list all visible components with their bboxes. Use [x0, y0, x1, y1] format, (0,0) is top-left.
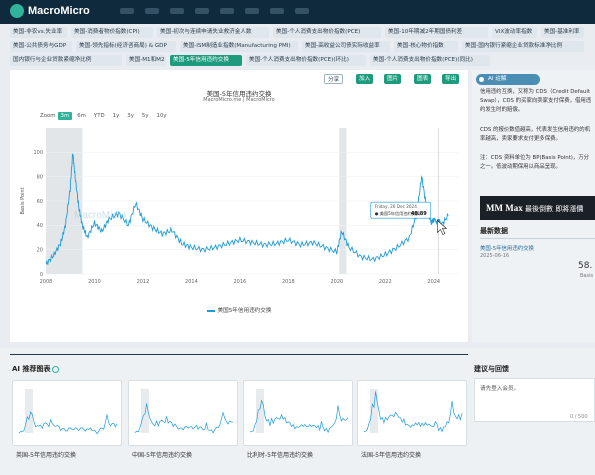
legend-label: 美国5年信用违约交换 — [217, 308, 272, 314]
thumbnail-line — [363, 391, 463, 433]
feedback-title: 建议与回馈 — [474, 365, 509, 373]
nav-item[interactable] — [295, 8, 309, 14]
ai-paragraph-3: 注：CDS 资料单位为 BP(Basis Point)，万分之一。低波动期保用以… — [480, 155, 590, 170]
y-tick-label: 60 — [37, 199, 43, 205]
thumbnail-line — [249, 399, 349, 434]
divider — [480, 238, 595, 239]
tag-item[interactable]: 美国-10年期减2年期国债利差 — [385, 27, 488, 38]
tooltip-date: Friday, 20 Dec 2024 — [375, 204, 417, 209]
ai-annotation-toggle[interactable]: AI 註解 — [476, 74, 540, 85]
ai-paragraph-1: 信用违约互换，又称为 CDS（Credit Default Swap），CDS … — [480, 89, 592, 113]
tag-item[interactable]: VIX波动率指数 — [492, 27, 537, 38]
nav-item[interactable] — [245, 8, 259, 14]
y-tick-label: 0 — [40, 272, 43, 278]
latest-value: 58. — [578, 261, 593, 271]
tag-item[interactable]: 美国-个人消费支出物价指数(PCE)(同比) — [370, 55, 490, 66]
thumbnail-line — [18, 411, 118, 435]
recommend-label[interactable]: 比利时-5年信用违约交换 — [247, 450, 313, 459]
thumbnail-line — [134, 403, 234, 434]
x-tick-label: 2010 — [88, 279, 101, 285]
latest-data-title: 最新数据 — [480, 227, 508, 235]
thumbnail-chart — [18, 389, 118, 435]
ai-recommend-title: AI 推荐图表 — [12, 364, 60, 374]
section-divider — [10, 354, 468, 355]
tag-item[interactable]: 美国-公共债务与GDP — [10, 41, 72, 52]
y-tick-label: 100 — [33, 150, 43, 156]
tag-item[interactable]: 美国-初次与连续申请失业救济金人数 — [157, 27, 269, 38]
tag-item[interactable]: 美国-国内银行紧缩企业贷款标准净比例 — [462, 41, 584, 52]
x-tick-label: 2008 — [40, 279, 53, 285]
logo[interactable]: MacroMicro — [10, 4, 90, 18]
recommend-card-china[interactable] — [128, 380, 238, 446]
top-navigation-bar: MacroMicro — [0, 0, 595, 24]
x-tick-label: 2016 — [234, 279, 247, 285]
x-tick-label: 2024 — [427, 279, 440, 285]
tag-item[interactable]: 美国-消费者物价指数(CPI) — [71, 27, 153, 38]
banner-brand: MM Max — [486, 203, 523, 213]
macromicro-logo-icon — [10, 4, 24, 18]
tag-item-active[interactable]: 美国-5年信用违约交换 — [170, 55, 242, 66]
tag-item[interactable]: 国内银行与企业贷款紧缩净比例 — [10, 55, 122, 66]
thumbnail-chart — [249, 389, 349, 434]
info-icon[interactable] — [52, 365, 60, 373]
nav-item[interactable] — [145, 8, 159, 14]
ai-recommend-title-text: AI 推荐图表 — [12, 365, 51, 373]
nav-item[interactable] — [170, 8, 184, 14]
recession-shade — [25, 389, 33, 433]
x-tick-label: 2014 — [185, 279, 198, 285]
recommend-card-france[interactable] — [357, 380, 467, 446]
tag-item[interactable]: 美国-个人消费支出物价指数(PCE)(环比) — [246, 55, 366, 66]
y-tick-label: 80 — [37, 174, 43, 180]
thumbnail-chart — [363, 389, 463, 433]
tag-item[interactable]: 美国-高收益公司债实际收益率 — [302, 41, 390, 52]
latest-series-name[interactable]: 美国-5年信用违约交换 — [480, 244, 534, 252]
x-tick-label: 2022 — [379, 279, 392, 285]
feedback-login-hint[interactable]: 请先登入会员。 — [480, 384, 519, 392]
nav-item[interactable] — [270, 8, 284, 14]
tag-item[interactable]: 美国-个人消费支出物价指数(PCE) — [273, 27, 381, 38]
y-tick-label: 20 — [37, 247, 43, 253]
x-tick-label: 2012 — [137, 279, 150, 285]
recession-shade — [256, 389, 264, 433]
recommend-card-belgium[interactable] — [243, 380, 353, 446]
thumbnail-chart — [134, 389, 234, 434]
cds-line-chart[interactable]: 0 20 40 60 80 100 2008 2010 2012 2014 2016 2018 2020… — [10, 70, 468, 300]
chart-watermark: MacroMicro — [74, 210, 127, 221]
tag-item[interactable]: 美国-M1和M2 — [126, 55, 166, 66]
recommend-label[interactable]: 法国-5年信用违约交换 — [361, 450, 421, 459]
y-tick-label: 40 — [37, 223, 43, 229]
nav-item[interactable] — [220, 8, 234, 14]
tag-item[interactable]: 美国-非农vs.失业率 — [10, 27, 67, 38]
tooltip-value: 48.89 — [411, 211, 427, 217]
recommend-label[interactable]: 英国-5年信用违约交换 — [16, 450, 76, 459]
feedback-char-count: 0 / 500 — [570, 414, 588, 420]
x-tick-label: 2018 — [282, 279, 295, 285]
tag-item[interactable]: 美国-ISM制造业指数(Manufacturing PMI) — [180, 41, 298, 52]
mm-max-banner[interactable]: MM Max 最後倒數 即將漲價 — [480, 196, 595, 220]
ai-paragraph-2: CDS 的报价数值越高，代表发生信用违约的机率越高，卖家要求支付更多保费。 — [480, 127, 591, 142]
legend-swatch — [206, 309, 215, 312]
y-axis-label: Basis Point — [20, 187, 26, 214]
recommend-card-uk[interactable] — [12, 380, 122, 446]
tag-item[interactable]: 美国-基准利率 — [541, 27, 584, 38]
latest-date: 2025-06-16 — [480, 253, 510, 259]
recommend-label[interactable]: 中国-5年信用违约交换 — [132, 450, 192, 459]
tag-item[interactable]: 美国-领先指标(经济咨商局) & GDP — [76, 41, 176, 52]
latest-unit: Basis — [580, 273, 594, 279]
tag-item[interactable]: 美国-核心物价指数 — [394, 41, 458, 52]
banner-text: 最後倒數 即將漲價 — [524, 205, 584, 213]
chart-legend[interactable]: 美国5年信用违约交换 — [10, 306, 468, 314]
nav-item[interactable] — [120, 8, 134, 14]
nav-item[interactable] — [195, 8, 209, 14]
x-tick-label: 2020 — [330, 279, 343, 285]
chart-card: 分享 加入 图片 图表 导出 美国-5年信用违约交换 MacroMicro.me… — [10, 70, 468, 342]
logo-text: MacroMicro — [28, 5, 90, 17]
